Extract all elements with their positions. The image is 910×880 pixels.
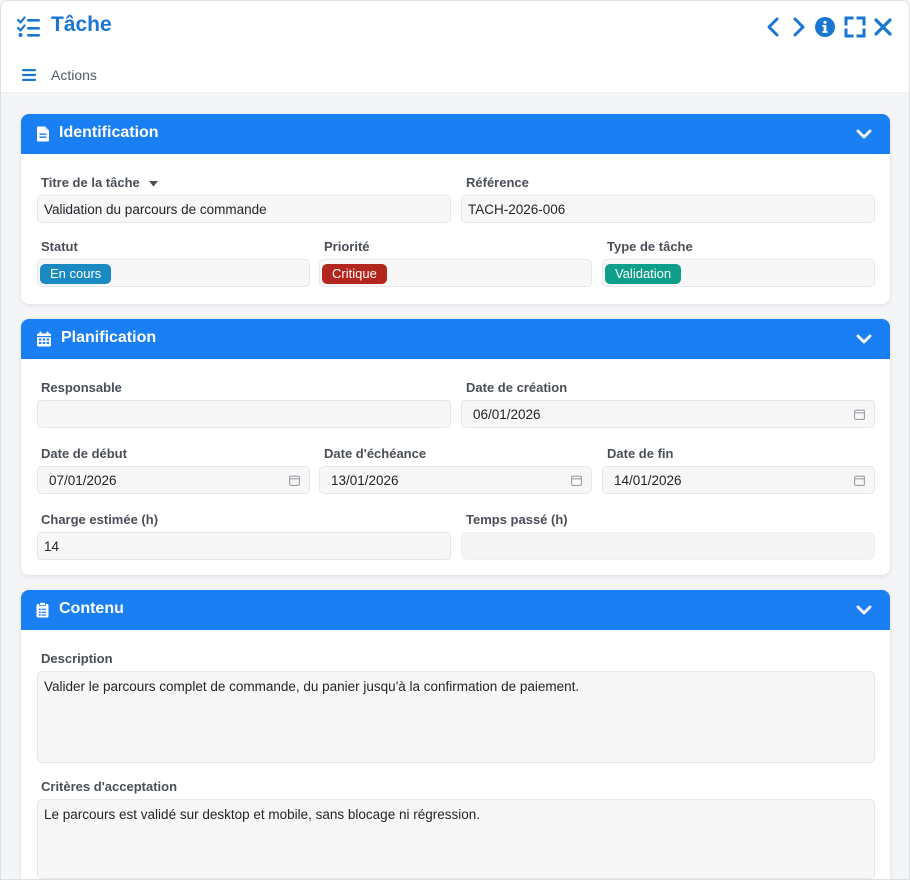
contenu-header[interactable]: Contenu <box>21 590 890 630</box>
info-circle-icon[interactable] <box>814 16 836 38</box>
type-badge: Validation <box>605 264 682 284</box>
date-debut-label: Date de début <box>41 446 127 461</box>
titre-field[interactable]: Validation du parcours de commande <box>37 195 451 223</box>
contenu-title: Contenu <box>59 600 124 617</box>
priorite-label: Priorité <box>324 239 370 254</box>
date-debut-value: 07/01/2026 <box>49 473 117 488</box>
titre-label-text: Titre de la tâche <box>41 175 140 190</box>
date-fin-value: 14/01/2026 <box>614 473 682 488</box>
titre-label: Titre de la tâche <box>41 175 159 190</box>
caret-down-icon[interactable] <box>149 180 159 187</box>
reference-value: TACH-2026-006 <box>468 202 566 217</box>
criteres-value: Le parcours est validé sur desktop et mo… <box>44 807 480 822</box>
chevron-down-icon[interactable] <box>856 604 872 616</box>
contenu-section: Contenu Description Valider le parcours … <box>21 590 890 879</box>
clipboard-icon <box>36 602 49 618</box>
reference-label: Référence <box>466 175 529 190</box>
close-icon[interactable] <box>872 16 894 38</box>
planification-header[interactable]: Planification <box>21 319 890 359</box>
type-label: Type de tâche <box>607 239 693 254</box>
statut-label: Statut <box>41 239 78 254</box>
actions-menu-label[interactable]: Actions <box>51 67 97 83</box>
hamburger-menu-icon[interactable] <box>22 69 36 81</box>
charge-field[interactable]: 14 <box>37 532 451 560</box>
actions-toolbar: Actions <box>1 53 909 93</box>
titre-value: Validation du parcours de commande <box>44 202 267 217</box>
type-field[interactable]: Validation <box>602 259 875 287</box>
date-echeance-label: Date d'échéance <box>324 446 427 461</box>
calendar-small-icon[interactable] <box>854 475 865 486</box>
title-bar: Tâche <box>1 1 909 53</box>
charge-label: Charge estimée (h) <box>41 512 159 527</box>
file-document-icon <box>37 126 49 142</box>
charge-value: 14 <box>44 539 60 554</box>
temps-label: Temps passé (h) <box>466 512 568 527</box>
date-echeance-value: 13/01/2026 <box>331 473 399 488</box>
responsable-label: Responsable <box>41 380 122 395</box>
task-window: Tâche Actions Identification Titre de la… <box>0 0 910 880</box>
criteres-label: Critères d'acceptation <box>41 779 178 794</box>
description-label: Description <box>41 651 113 666</box>
reference-field[interactable]: TACH-2026-006 <box>461 195 875 223</box>
temps-field <box>461 532 875 560</box>
responsable-field[interactable] <box>37 400 451 428</box>
chevron-down-icon[interactable] <box>856 128 872 140</box>
calendar-small-icon[interactable] <box>854 409 865 420</box>
date-debut-field[interactable]: 07/01/2026 <box>37 466 310 494</box>
expand-icon[interactable] <box>844 16 866 38</box>
date-creation-value: 06/01/2026 <box>473 407 541 422</box>
priorite-field[interactable]: Critique <box>319 259 592 287</box>
tasks-checklist-icon <box>17 16 40 37</box>
criteres-textarea[interactable]: Le parcours est validé sur desktop et mo… <box>37 799 875 879</box>
chevron-left-icon[interactable] <box>763 16 785 38</box>
date-creation-label: Date de création <box>466 380 568 395</box>
date-echeance-field[interactable]: 13/01/2026 <box>319 466 592 494</box>
calendar-small-icon[interactable] <box>571 475 582 486</box>
identification-section: Identification Titre de la tâche Validat… <box>21 114 890 304</box>
description-value: Valider le parcours complet de commande,… <box>44 679 580 694</box>
calendar-small-icon[interactable] <box>289 475 300 486</box>
chevron-right-icon[interactable] <box>787 16 809 38</box>
priority-badge: Critique <box>322 264 387 284</box>
date-fin-field[interactable]: 14/01/2026 <box>602 466 875 494</box>
calendar-icon <box>37 331 51 347</box>
date-creation-field[interactable]: 06/01/2026 <box>461 400 875 428</box>
status-badge: En cours <box>40 264 112 284</box>
description-textarea[interactable]: Valider le parcours complet de commande,… <box>37 671 875 763</box>
chevron-down-icon[interactable] <box>856 333 872 345</box>
planification-title: Planification <box>61 329 157 346</box>
identification-title: Identification <box>59 124 159 141</box>
statut-field[interactable]: En cours <box>37 259 310 287</box>
identification-header[interactable]: Identification <box>21 114 890 154</box>
date-fin-label: Date de fin <box>607 446 674 461</box>
window-title: Tâche <box>51 13 112 36</box>
planification-section: Planification Responsable Date de créati… <box>21 319 890 575</box>
